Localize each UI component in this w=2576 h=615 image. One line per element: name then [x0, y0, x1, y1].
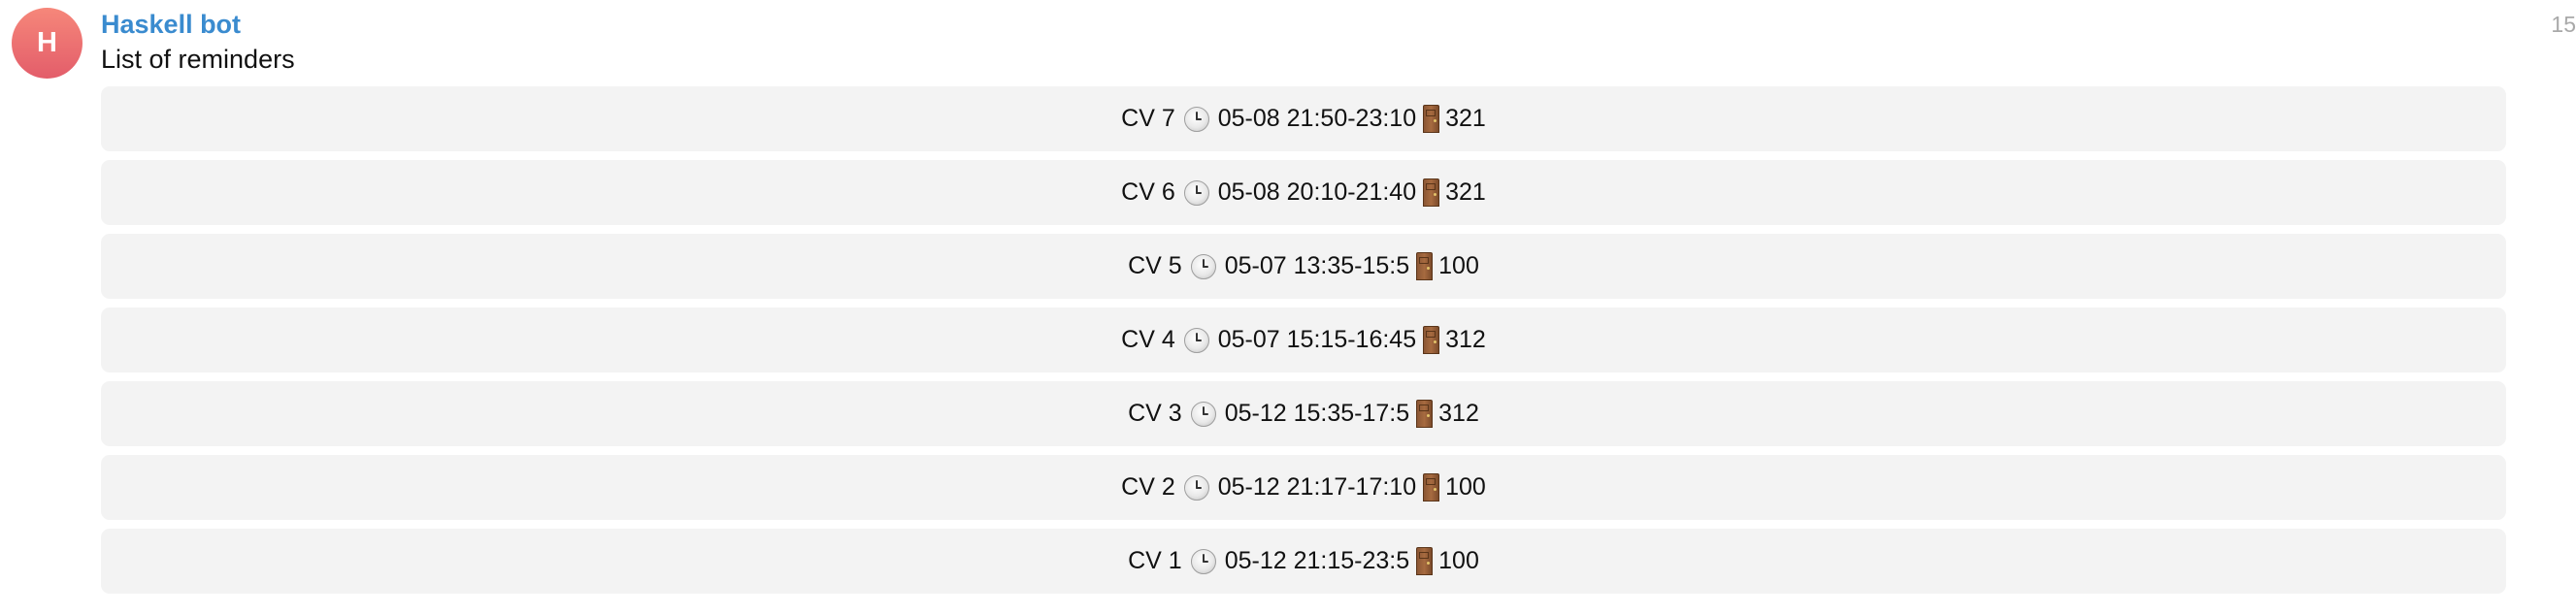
reminder-room: 321 — [1445, 178, 1486, 206]
reminder-button[interactable]: CV 7 05-08 21:50-23:10 321 — [101, 86, 2506, 151]
reminder-date: 05-08 — [1217, 178, 1280, 206]
reminder-button[interactable]: CV 2 05-12 21:17-17:10 100 — [101, 455, 2506, 520]
clock-icon — [1183, 327, 1209, 353]
reminder-date: 05-07 — [1217, 326, 1280, 353]
clock-icon — [1190, 253, 1216, 279]
clock-icon — [1183, 179, 1209, 206]
reminder-time-range: 15:35-17:5 — [1293, 400, 1410, 427]
reminder-button[interactable]: CV 6 05-08 20:10-21:40 321 — [101, 160, 2506, 225]
door-icon — [1423, 178, 1440, 207]
clock-icon — [1190, 548, 1216, 574]
door-icon — [1416, 252, 1434, 280]
door-icon — [1423, 105, 1440, 133]
reminder-name: CV 1 — [1128, 547, 1182, 574]
clock-icon — [1190, 401, 1216, 427]
reminder-button[interactable]: CV 4 05-07 15:15-16:45 312 — [101, 308, 2506, 372]
message: H Haskell bot 15 List of reminders CV 7 … — [0, 0, 2576, 615]
reminder-time-range: 15:15-16:45 — [1286, 326, 1417, 353]
reminder-room: 312 — [1438, 400, 1479, 427]
reminder-time-range: 21:50-23:10 — [1286, 105, 1417, 132]
reminder-name: CV 3 — [1128, 400, 1182, 427]
sender-name[interactable]: Haskell bot — [101, 9, 241, 40]
message-text: List of reminders — [101, 45, 295, 74]
reminder-room: 100 — [1438, 252, 1479, 279]
reminder-time-range: 21:17-17:10 — [1286, 473, 1417, 501]
reminder-room: 100 — [1445, 473, 1486, 501]
reminder-name: CV 4 — [1121, 326, 1175, 353]
reminder-name: CV 2 — [1121, 473, 1175, 501]
reminder-button[interactable]: CV 5 05-07 13:35-15:5 100 — [101, 234, 2506, 299]
reminder-name: CV 6 — [1121, 178, 1175, 206]
reminder-date: 05-07 — [1224, 252, 1287, 279]
clock-icon — [1183, 474, 1209, 501]
clock-icon — [1183, 106, 1209, 132]
door-icon — [1423, 326, 1440, 354]
reminder-room: 312 — [1445, 326, 1486, 353]
reminder-room: 321 — [1445, 105, 1486, 132]
reminder-date: 05-12 — [1224, 547, 1287, 574]
reminder-date: 05-12 — [1224, 400, 1287, 427]
inline-keyboard: CV 7 05-08 21:50-23:10 321 CV 6 05-08 20… — [101, 86, 2506, 602]
reminder-time-range: 13:35-15:5 — [1293, 252, 1410, 279]
reminder-button[interactable]: CV 3 05-12 15:35-17:5 312 — [101, 381, 2506, 446]
reminder-button[interactable]: CV 1 05-12 21:15-23:5 100 — [101, 529, 2506, 594]
reminder-date: 05-08 — [1217, 105, 1280, 132]
reminder-name: CV 5 — [1128, 252, 1182, 279]
reminder-name: CV 7 — [1121, 105, 1175, 132]
reminder-time-range: 20:10-21:40 — [1286, 178, 1417, 206]
reminder-room: 100 — [1438, 547, 1479, 574]
reminder-time-range: 21:15-23:5 — [1293, 547, 1410, 574]
avatar[interactable]: H — [12, 8, 83, 79]
door-icon — [1416, 400, 1434, 428]
door-icon — [1416, 547, 1434, 575]
reminder-date: 05-12 — [1217, 473, 1280, 501]
message-time: 15 — [2551, 12, 2576, 37]
door-icon — [1423, 473, 1440, 502]
